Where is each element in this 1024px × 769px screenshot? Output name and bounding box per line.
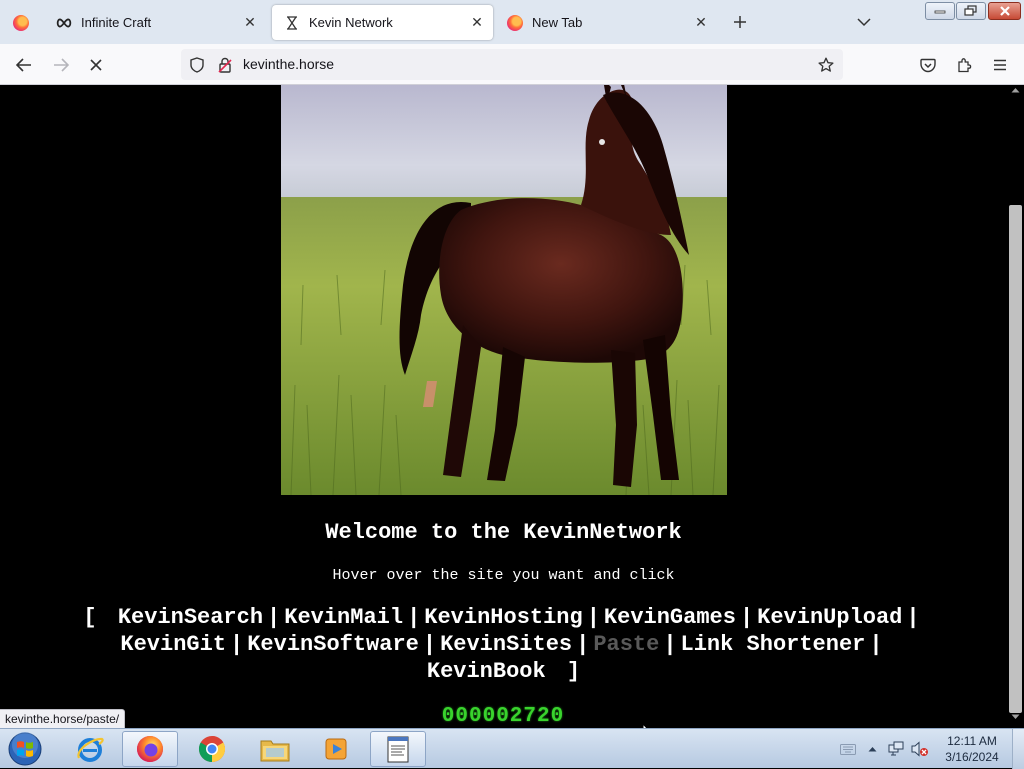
link-separator: | [739,605,754,630]
pocket-button[interactable] [915,52,941,78]
scrollbar-thumb[interactable] [1009,205,1022,713]
stop-loading-button[interactable] [83,52,109,78]
link-kevinmail[interactable]: KevinMail [284,605,403,630]
link-separator: | [407,605,421,630]
firefox-icon [13,14,29,31]
firefox-icon[interactable] [122,731,178,767]
clock-date: 3/16/2024 [945,750,999,764]
volume-muted-icon[interactable] [908,729,932,769]
link-status-panel: kevinthe.horse/paste/ [0,709,126,729]
tab-kevin-network[interactable]: Kevin Network ✕ [272,5,493,40]
link-kevinsoftware[interactable]: KevinSoftware [247,632,419,657]
file-explorer-icon[interactable] [247,731,303,767]
hourglass-icon [284,15,300,31]
welcome-heading: Welcome to the KevinNetwork [325,520,682,545]
link-kevinbook[interactable]: KevinBook [427,659,546,684]
chrome-icon[interactable] [184,731,240,767]
list-all-tabs-button[interactable] [852,10,876,34]
url-bar[interactable]: kevinthe.horse [181,49,843,80]
link-separator: | [422,632,437,657]
internet-explorer-icon[interactable] [62,731,118,767]
link-kevingames[interactable]: KevinGames [604,605,736,630]
link-separator: | [663,632,677,657]
link-kevinsearch[interactable]: KevinSearch [118,605,263,630]
system-tray [836,729,932,769]
close-tab-icon[interactable]: ✕ [238,11,262,35]
link-separator: | [267,605,281,630]
close-window-button[interactable] [988,2,1021,20]
clock-time: 12:11 AM [947,734,997,748]
start-orb-icon[interactable] [6,731,44,767]
firefox-view-button[interactable] [0,5,42,40]
link-separator: | [576,632,590,657]
tab-label: Infinite Craft [81,15,152,30]
tab-new-tab[interactable]: New Tab ✕ [495,5,717,40]
horse-photo [281,85,727,495]
infinity-icon [56,15,72,31]
show-desktop-button[interactable] [1012,729,1024,769]
tab-label: New Tab [532,15,583,30]
bracket-close: ] [566,659,581,684]
web-page-content: Welcome to the KevinNetwork Hover over t… [0,85,1007,728]
link-separator: | [869,632,883,657]
url-text[interactable]: kevinthe.horse [243,56,334,72]
link-separator: | [230,632,244,657]
restore-button[interactable] [956,2,986,20]
keyboard-icon[interactable] [836,729,860,769]
firefox-icon [507,14,523,31]
windows-taskbar: 12:11 AM 3/16/2024 [0,728,1024,769]
visitor-counter: 000002720 [441,704,565,728]
menu-hamburger-icon[interactable] [987,52,1013,78]
tab-infinite-craft[interactable]: Infinite Craft ✕ [44,5,266,40]
tab-label: Kevin Network [309,15,393,30]
navigation-toolbar: kevinthe.horse [0,44,1024,85]
tab-strip: Infinite Craft ✕ Kevin Network ✕ New Tab… [0,0,1024,44]
media-player-icon[interactable] [308,731,364,767]
close-tab-icon[interactable]: ✕ [689,11,713,35]
network-icon[interactable] [884,729,908,769]
hover-instruction-text: Hover over the site you want and click [332,567,675,584]
bracket-open: [ [83,605,97,630]
scroll-down-arrow-icon[interactable] [1007,714,1024,726]
back-button[interactable] [11,52,37,78]
link-kevinsites[interactable]: KevinSites [440,632,572,657]
system-clock[interactable]: 12:11 AM 3/16/2024 [934,733,1010,765]
link-kevinhosting[interactable]: KevinHosting [424,605,582,630]
forward-button[interactable] [48,52,74,78]
notepad-icon[interactable] [370,731,426,767]
link-separator: | [586,605,600,630]
close-tab-icon[interactable]: ✕ [465,11,489,35]
bookmark-star-icon[interactable] [815,54,837,76]
minimize-button[interactable] [925,2,955,20]
scroll-up-arrow-icon[interactable] [1007,87,1024,99]
link-link-shortener[interactable]: Link Shortener [681,632,866,657]
new-tab-button[interactable] [728,10,752,34]
link-paste[interactable]: Paste [593,632,659,657]
link-kevinupload[interactable]: KevinUpload [757,605,902,630]
link-separator: | [906,605,920,630]
extensions-button[interactable] [951,52,977,78]
insecure-lock-icon[interactable] [215,55,235,75]
page-scrollbar[interactable] [1007,85,1024,728]
link-kevingit[interactable]: KevinGit [120,632,226,657]
show-hidden-icons-chevron-icon[interactable] [860,729,884,769]
kevin-network-links: [ KevinSearch | KevinMail | KevinHosting | Kev… [0,604,1007,685]
tracking-protection-shield-icon[interactable] [187,55,207,75]
